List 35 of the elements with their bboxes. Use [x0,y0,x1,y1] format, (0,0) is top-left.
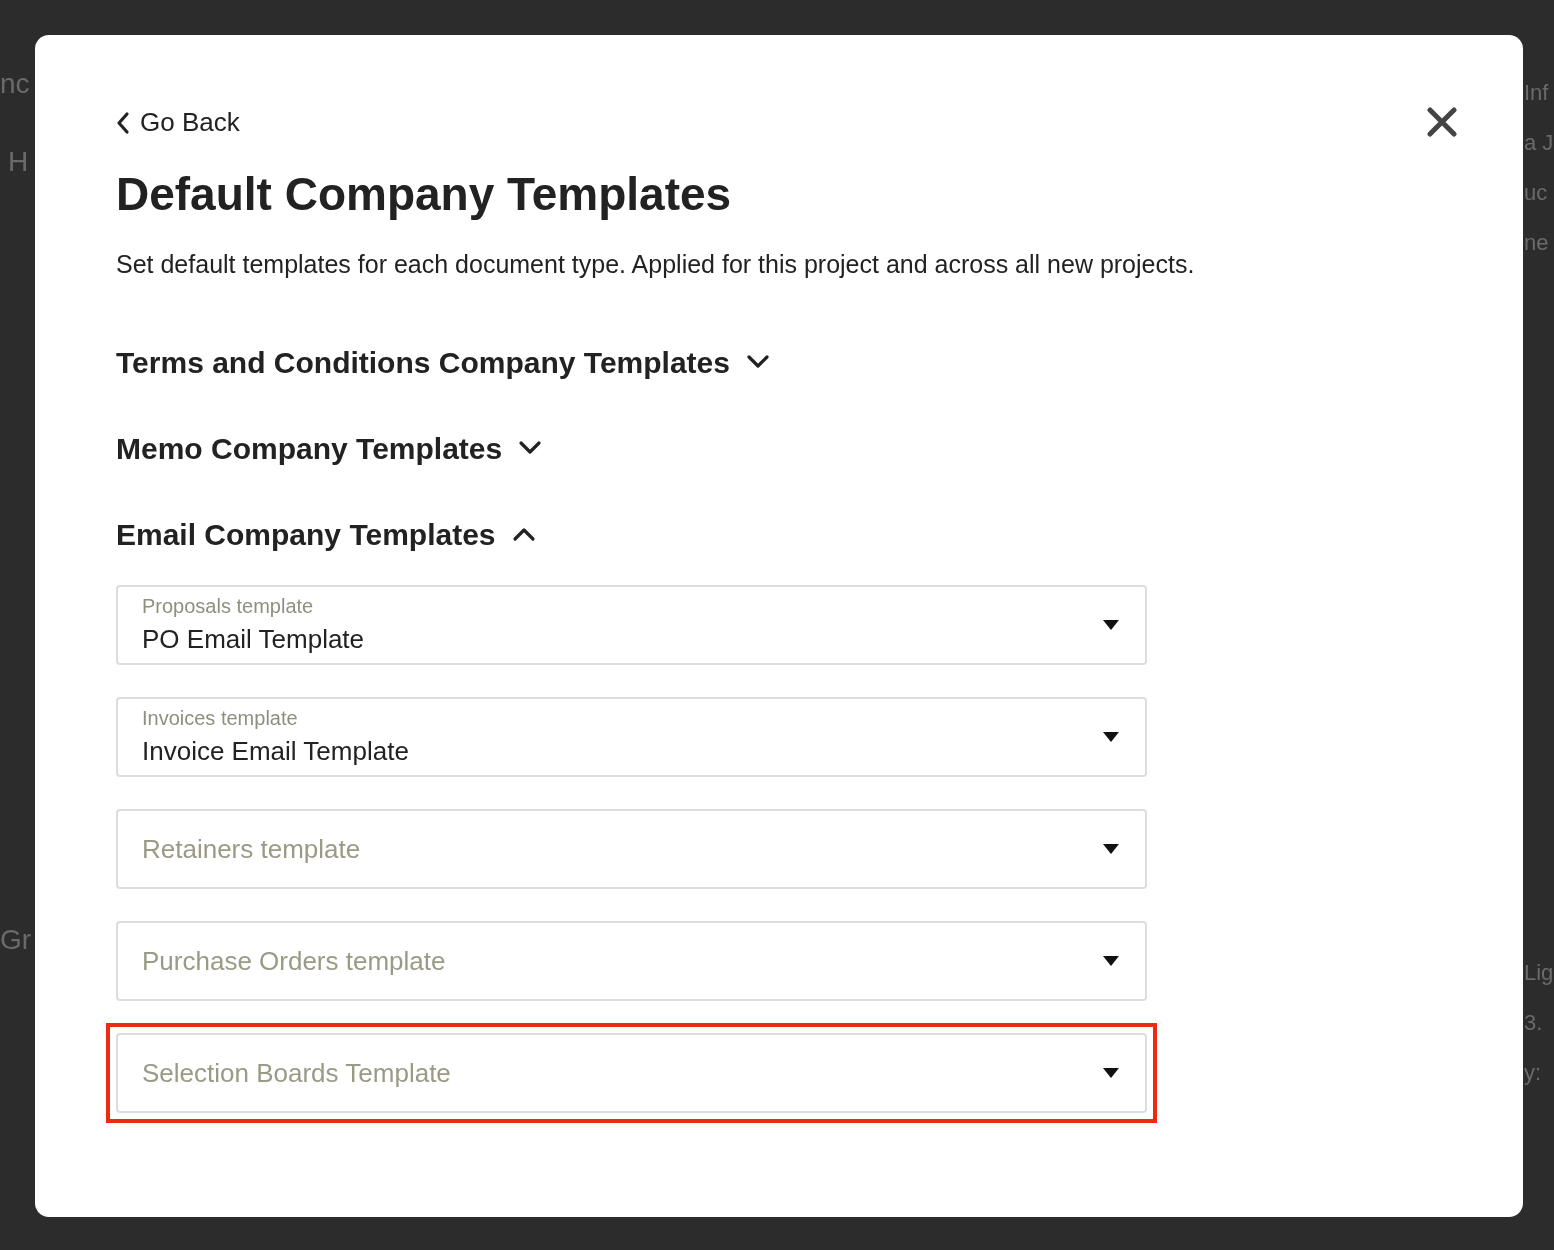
dropdown-caret-icon [1103,956,1119,966]
field-placeholder: Retainers template [142,832,361,866]
field-label: Invoices template [142,706,299,732]
background-text: Gr [0,926,33,954]
background-text: ne [1524,232,1550,254]
dropdown-caret-icon [1103,732,1119,742]
dialog-description: Set default templates for each document type. Applied for this project and across all new projects. [116,248,1196,280]
field-label: Proposals template [142,594,315,620]
background-text: nc [0,70,31,98]
background-text: uc [1524,182,1549,204]
chevron-up-icon [511,526,536,542]
section-toggle[interactable]: Email Company Templates [116,491,536,577]
background-text: 3. [1524,1012,1544,1034]
field-value: PO Email Template [142,623,365,656]
template-select[interactable]: Invoices template Invoice Email Template [116,697,1147,777]
dropdown-caret-icon [1103,1068,1119,1078]
chevron-down-icon [746,354,770,370]
dropdown-caret-icon [1103,844,1119,854]
template-select[interactable]: Proposals template PO Email Template [116,585,1147,665]
dropdown-caret-icon [1103,620,1119,630]
section-toggle[interactable]: Terms and Conditions Company Templates [116,319,770,405]
go-back-link[interactable]: Go Back [116,103,240,142]
background-text: y: [1524,1062,1543,1084]
background-text: a J [1524,132,1554,154]
field-placeholder: Purchase Orders template [142,944,446,978]
close-icon[interactable] [1427,107,1457,137]
dialog-title: Default Company Templates [116,167,733,222]
field-placeholder: Selection Boards Template [142,1056,451,1090]
chevron-down-icon [518,440,543,456]
background-text: Inf [1524,82,1550,104]
background-text: H [7,148,30,176]
section-toggle[interactable]: Memo Company Templates [116,405,543,491]
chevron-left-icon [116,110,130,135]
background-text: Lig [1524,962,1554,984]
field-value: Invoice Email Template [142,735,409,768]
